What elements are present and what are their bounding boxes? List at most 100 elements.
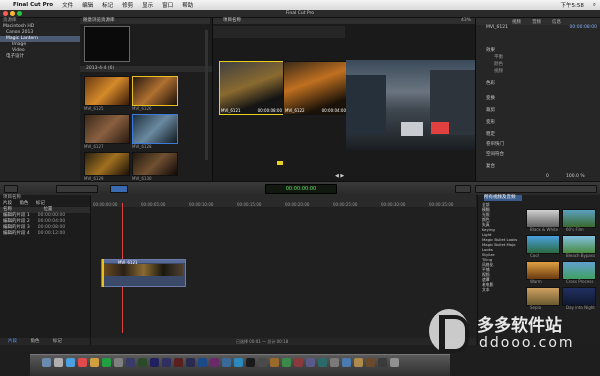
effect-thumb[interactable]	[562, 209, 596, 228]
effect-thumb[interactable]	[562, 235, 596, 254]
safari-icon[interactable]	[66, 358, 75, 367]
finder-icon[interactable]	[42, 358, 51, 367]
inspector-section[interactable]: 变形	[486, 120, 495, 126]
inspector-section[interactable]: 复合	[486, 164, 495, 170]
effect-thumb[interactable]	[526, 287, 560, 306]
browser-clip-thumb[interactable]	[84, 114, 130, 144]
app-menu[interactable]: Final Cut Pro	[13, 2, 53, 8]
library-item-design[interactable]: 电子设计	[0, 54, 80, 60]
effects-category[interactable]: 文本	[482, 287, 522, 292]
viewer-zoom[interactable]: 43%	[461, 18, 471, 23]
browser-clip-thumb[interactable]	[132, 114, 178, 144]
browser-clip-thumb[interactable]	[84, 76, 130, 106]
index-bottom-tab-clips[interactable]: 片段	[8, 339, 17, 344]
photoshop-icon[interactable]	[198, 358, 207, 367]
app-icon[interactable]	[270, 358, 279, 367]
effect-label: Cross Process	[566, 279, 594, 284]
app-icon[interactable]	[222, 358, 231, 367]
inspector-value-opacity[interactable]: 100.0 %	[566, 174, 585, 180]
trash-icon[interactable]	[390, 358, 399, 367]
menu-trim[interactable]: 修剪	[122, 1, 133, 9]
app-icon[interactable]	[378, 358, 387, 367]
menu-edit[interactable]: 编辑	[82, 1, 93, 9]
timeline-ruler[interactable]: 00:00:00:00 00:00:05:00 00:00:10:00 00:0…	[91, 195, 476, 207]
index-tab-markers[interactable]: 标记	[36, 201, 45, 206]
premiere-icon[interactable]	[162, 358, 171, 367]
app-icon[interactable]	[294, 358, 303, 367]
final-cut-icon[interactable]	[246, 358, 255, 367]
effect-thumb[interactable]	[526, 261, 560, 280]
menu-help[interactable]: 帮助	[182, 1, 193, 9]
viewer-clip-a[interactable]: MVI_6121 00:00:08:00	[219, 61, 284, 115]
table-row[interactable]: 编辑的片段 4 00:00:12:00	[0, 231, 90, 237]
viewer-clip-b[interactable]: MVI_6122 00:00:04:00	[283, 61, 348, 115]
index-col-position[interactable]: 位置	[43, 207, 52, 212]
effect-thumb[interactable]	[562, 287, 596, 306]
index-bottom-tab-roles[interactable]: 角色	[30, 339, 39, 344]
effect-thumb[interactable]	[562, 261, 596, 280]
menu-file[interactable]: 文件	[62, 1, 73, 9]
app-icon[interactable]	[258, 358, 267, 367]
play-button[interactable]: ◀ ▶	[335, 173, 344, 179]
index-row-pos: 00:00:08:00	[37, 225, 66, 230]
inspector-section[interactable]: 裁剪	[486, 108, 495, 114]
app-icon[interactable]	[126, 358, 135, 367]
app-icon[interactable]	[174, 358, 183, 367]
viewer-video-frame[interactable]	[346, 60, 475, 150]
inspector-section[interactable]: 空间符合	[486, 152, 504, 158]
app-icon[interactable]	[90, 358, 99, 367]
browser-clip-thumb[interactable]	[132, 76, 178, 106]
app-icon[interactable]	[354, 358, 363, 367]
app-icon[interactable]	[186, 358, 195, 367]
effects-category-all[interactable]: 所有视频及音频	[484, 195, 522, 201]
app-icon[interactable]	[282, 358, 291, 367]
index-tab-clips[interactable]: 片段	[3, 201, 12, 206]
inspector-value-zero[interactable]: 0	[546, 174, 549, 180]
after-effects-icon[interactable]	[150, 358, 159, 367]
app-icon[interactable]	[330, 358, 339, 367]
browser-clip-thumb[interactable]	[132, 152, 178, 176]
timecode-display[interactable]: 00:00:00:00	[265, 184, 337, 194]
tab-info[interactable]: 信息	[552, 19, 561, 25]
browser-scrollbar[interactable]	[205, 30, 208, 160]
effect-thumb[interactable]	[526, 209, 560, 228]
clip-in-handle[interactable]	[102, 259, 104, 287]
app-icon[interactable]	[138, 358, 147, 367]
tab-audio[interactable]: 音频	[532, 19, 541, 25]
import-button[interactable]	[4, 185, 18, 193]
audio-meters-button[interactable]	[455, 185, 471, 193]
chrome-icon[interactable]	[78, 358, 87, 367]
app-icon[interactable]	[318, 358, 327, 367]
timeline-clip[interactable]: MVI_6121	[101, 259, 186, 287]
inspector-section[interactable]: 稳定	[486, 132, 495, 138]
index-col-name[interactable]: 名称	[3, 207, 12, 212]
effect-thumb[interactable]	[526, 235, 560, 254]
skype-icon[interactable]	[234, 358, 243, 367]
media-browser-buttons[interactable]	[475, 185, 597, 193]
select-tool-button[interactable]	[110, 185, 128, 193]
menu-view[interactable]: 显示	[142, 1, 153, 9]
app-icon[interactable]	[114, 358, 123, 367]
event-browser: 随意浏览资源库 2013-4-4 (6) MVI_6125 MVI_6126 M…	[80, 18, 216, 189]
edit-tools-button[interactable]	[56, 185, 98, 193]
search-icon[interactable]: ⌕	[593, 2, 596, 9]
inspector-section[interactable]: 色彩	[486, 81, 495, 87]
app-icon[interactable]	[342, 358, 351, 367]
ruler-tick: 00:00:15:00	[237, 202, 262, 207]
tab-video[interactable]: 视频	[512, 19, 521, 25]
inspector-section[interactable]: 效果	[486, 48, 495, 54]
inspector-section[interactable]: 变换	[486, 96, 495, 102]
launchpad-icon[interactable]	[54, 358, 63, 367]
browser-selected-clip[interactable]	[84, 26, 130, 62]
menu-clock[interactable]: 下午5:58	[561, 1, 584, 9]
index-bottom-tab-markers[interactable]: 标记	[53, 339, 62, 344]
browser-clip-thumb[interactable]	[84, 152, 130, 176]
menu-window[interactable]: 窗口	[162, 1, 173, 9]
app-icon[interactable]	[306, 358, 315, 367]
menu-mark[interactable]: 标记	[102, 1, 113, 9]
index-tab-roles[interactable]: 角色	[19, 201, 28, 206]
app-icon[interactable]	[210, 358, 219, 367]
inspector-section[interactable]: 卷帘快门	[486, 142, 504, 148]
app-icon[interactable]	[366, 358, 375, 367]
app-icon[interactable]	[102, 358, 111, 367]
